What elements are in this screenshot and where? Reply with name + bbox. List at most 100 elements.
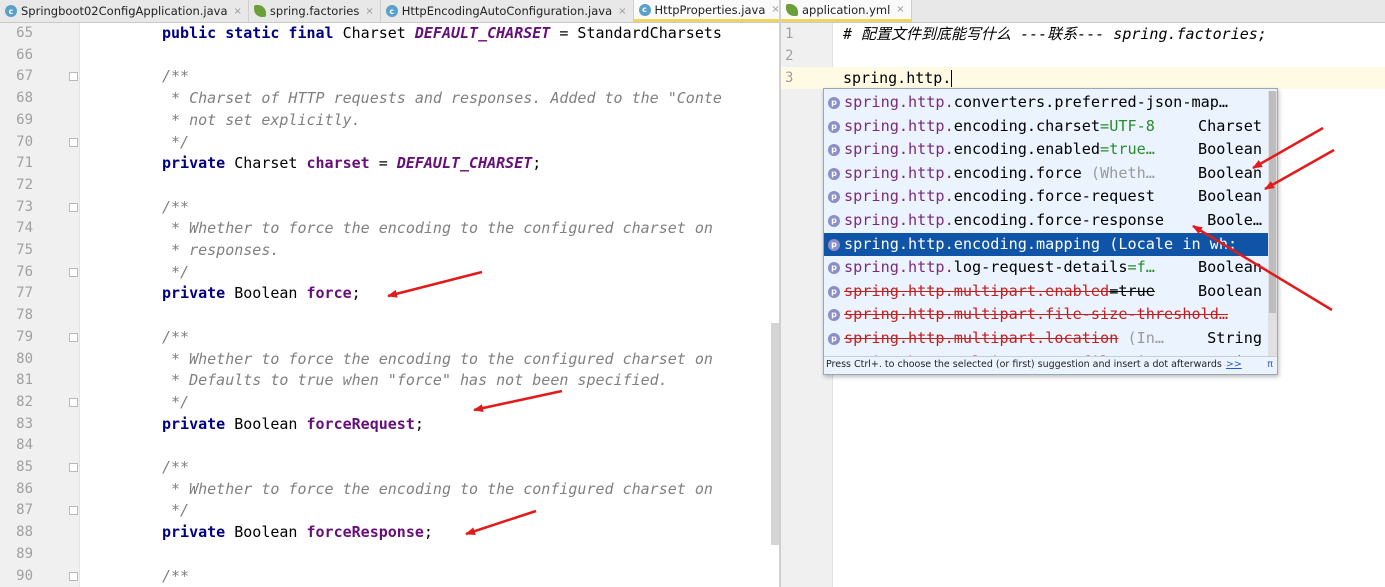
code-token: = StandardCharsets [550,24,722,42]
suggestion-item[interactable]: p spring.http.converters.preferred-json-m… [824,91,1268,115]
line-number: 72 [16,176,33,193]
popup-scrollbar[interactable] [1268,91,1277,356]
close-icon[interactable]: × [234,6,242,17]
code-token: Boolean [234,523,307,542]
line-number: 82 [16,393,33,410]
suggestion-name: multipart.location [953,328,1119,347]
suggestion-item[interactable]: p spring.http.encoding.force-response Bool… [824,208,1268,233]
code-token: private [162,414,235,433]
code-line: 70 */ [0,132,779,154]
class-icon: c [5,5,17,17]
popup-scrollbar-thumb[interactable] [1269,91,1276,313]
code-line: 81 * Defaults to true when "force" has n… [0,370,779,392]
line-number: 90 [16,567,33,584]
close-icon[interactable]: × [365,6,373,17]
suggestion-type: Boole… [1203,208,1262,233]
code-text: private Charset charset = DEFAULT_CHARSE… [162,153,541,175]
suggestion-hint: (Wheth… [1081,163,1155,182]
code-text: private Boolean forceResponse; [162,522,433,544]
line-number: 66 [16,46,33,63]
pi-icon[interactable]: π [1267,357,1273,373]
suggestion-item[interactable]: p spring.http.multipart.enabled=true Boole… [824,279,1268,304]
close-icon[interactable]: × [618,6,626,17]
property-icon: p [828,191,840,204]
line-number: 88 [16,524,33,541]
line-number: 65 [16,25,33,41]
suggestion-type: Charset [1193,114,1262,139]
suggestion-item[interactable]: p spring.http.encoding.charset=UTF-8 Chars… [824,114,1268,139]
suggestion-name: encoding.force [953,163,1082,182]
code-line: 82 */ [0,392,779,414]
tab-httpproperties-java[interactable]: c HttpProperties.java × [633,0,779,22]
suggestion-name: encoding.charset [953,116,1101,135]
autocomplete-popup[interactable]: p spring.http.converters.preferred-json-m… [823,88,1278,375]
line-number: 87 [16,502,33,519]
popup-more-link[interactable]: >> [1226,359,1242,370]
code-line: 69 * not set explicitly. [0,110,779,132]
yaml-token: spring.http. [843,69,952,87]
suggestion-item[interactable]: p spring.http.encoding.force-request Boole… [824,185,1268,209]
line-number: 80 [16,350,33,367]
code-token: /** [162,67,190,86]
yaml-line: 2 [781,45,1385,67]
class-icon: c [638,3,651,16]
code-line: 83 private Boolean forceRequest; [0,414,779,436]
popup-footer: Press Ctrl+. to choose the selected (or … [824,356,1277,374]
suggestion-name: encoding.force-response [953,210,1165,229]
property-icon: p [828,214,840,227]
tab-label: HttpProperties.java [654,2,766,17]
tab-spring-factories[interactable]: spring.factories × [249,0,381,22]
code-text: private Boolean force; [162,283,361,305]
suggestion-item[interactable]: p spring.http.encoding.enabled=true… Boole… [824,138,1268,162]
fold-marker-icon[interactable] [69,506,78,516]
java-editor[interactable]: 65 public static final Charset DEFAULT_CH… [0,23,779,587]
suggestion-item[interactable]: p spring.http.encoding.force (Wheth… Boole… [824,161,1268,186]
fold-marker-icon[interactable] [69,571,78,581]
code-token: private [162,284,235,303]
code-token: public static final [162,24,343,42]
factories-icon [253,5,266,17]
line-number: 1 [785,26,794,42]
line-number: 83 [16,415,33,432]
fold-marker-icon[interactable] [69,332,78,342]
code-line: 84 [0,435,779,457]
line-number: 77 [16,285,33,302]
tab-httpencodingautoconfiguration-java[interactable]: c HttpEncodingAutoConfiguration.java × [381,0,634,22]
code-text: * not set explicitly. [162,110,361,132]
code-token: /** [162,458,190,476]
suggestion-hint: (In… [1118,328,1165,347]
suggestion-name: encoding.force-request [953,187,1155,206]
suggestion-item[interactable]: p spring.http.encoding.mapping (Locale in… [824,232,1268,257]
fold-marker-icon[interactable] [69,397,78,407]
code-token: * not set explicitly. [162,110,361,129]
suggestion-item[interactable]: p spring.http.log-request-details=f… Boole… [824,256,1268,280]
class-icon: c [385,5,398,17]
fold-marker-icon[interactable] [69,72,78,82]
code-token: DEFAULT_CHARSET [396,154,533,173]
suggestion-item[interactable]: p spring.http.multipart.location (In… Stri… [824,326,1268,351]
suggestion-name: encoding.enabled [953,140,1101,159]
code-line: 79 /** [0,327,779,349]
fold-marker-icon[interactable] [69,202,78,212]
code-text: /** [162,566,189,587]
line-number: 81 [16,372,33,389]
line-number: 76 [16,263,33,280]
tab-application-yml[interactable]: application.yml × [781,0,912,22]
tab-springboot02configapplication-java[interactable]: c Springboot02ConfigApplication.java × [0,0,249,22]
code-token: */ [162,132,190,151]
suggestion-prefix: spring.http. [844,163,954,182]
suggestion-type: Boolean [1193,279,1262,304]
suggestion-item[interactable]: p spring.http.multipart.file-size-thresho… [824,303,1268,327]
editor-scrollbar[interactable] [771,323,779,545]
line-number: 73 [16,198,33,215]
yaml-line: 1 # 配置文件到底能写什么 ---联系--- spring.factories; [781,23,1385,45]
fold-marker-icon[interactable] [69,137,78,147]
close-icon[interactable]: × [771,4,779,15]
code-line: 75 * responses. [0,240,779,262]
fold-marker-icon[interactable] [69,463,78,472]
tab-label: spring.factories [269,4,360,18]
close-icon[interactable]: × [896,4,904,15]
fold-marker-icon[interactable] [69,267,78,277]
code-token: forceRequest [306,414,415,433]
code-token: /** [162,327,190,346]
